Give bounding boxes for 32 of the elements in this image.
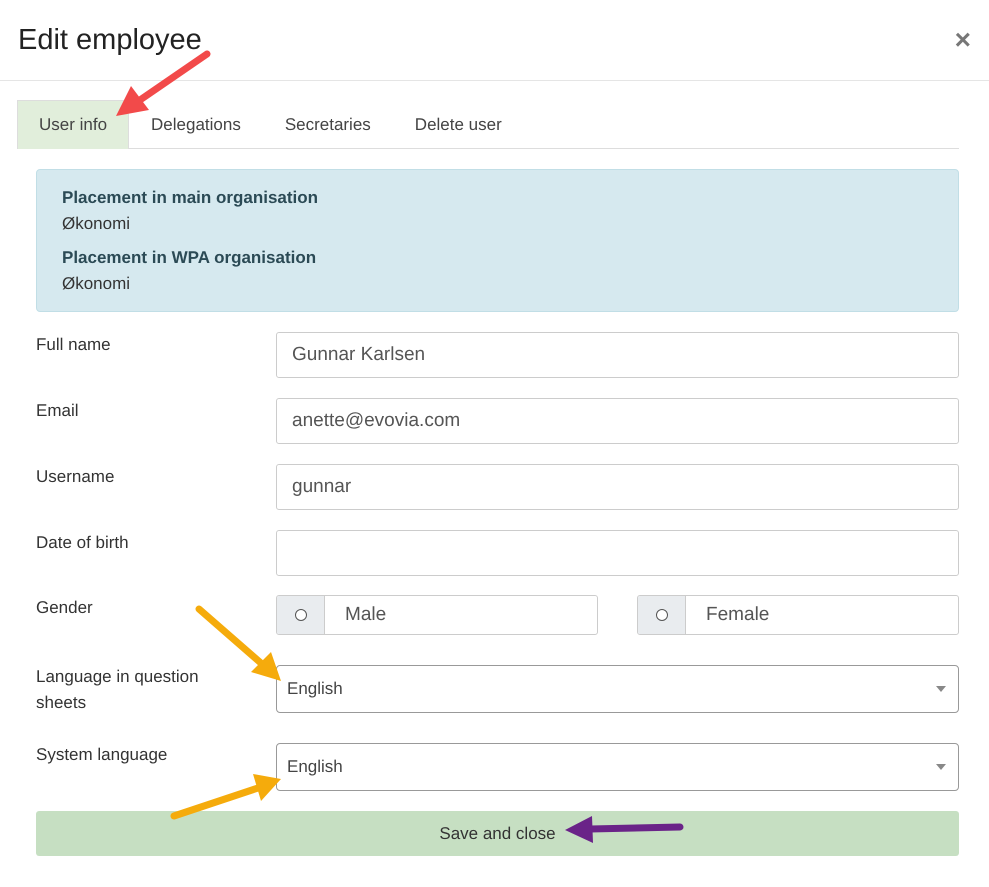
tab[interactable]: Secretaries [262, 100, 393, 149]
tab[interactable]: Delete user [392, 100, 524, 149]
select-field[interactable]: English [276, 743, 959, 791]
input-field[interactable]: Gunnar Karlsen [276, 332, 959, 378]
radio-button[interactable] [656, 609, 668, 621]
tab[interactable]: User info [17, 100, 130, 149]
tab[interactable]: Delegations [129, 100, 263, 149]
input-field[interactable] [276, 530, 959, 576]
save-button[interactable]: Save and close [36, 811, 959, 856]
radio-label: Female [705, 604, 770, 626]
caret-icon [936, 764, 946, 770]
dialog-title: Edit employee [18, 24, 202, 56]
radio-label: Male [344, 604, 386, 626]
field-label: Username [36, 466, 116, 488]
close-button[interactable]: × [950, 24, 975, 56]
caret-icon [936, 686, 946, 692]
input-field[interactable]: gunnar [276, 464, 959, 510]
select-field[interactable]: English [276, 665, 959, 713]
radio-option[interactable]: Female [637, 595, 959, 635]
field-label: Email [36, 400, 80, 422]
placement-value: Økonomi [62, 213, 132, 235]
placement-value: Økonomi [62, 273, 132, 295]
radio-option[interactable]: Male [276, 595, 598, 635]
field-label: System language [36, 744, 168, 766]
input-field[interactable]: anette@evovia.com [276, 398, 959, 444]
field-label: Full name [36, 334, 112, 356]
radio-button[interactable] [294, 609, 306, 621]
field-label: Date of birth [36, 532, 130, 554]
placement-heading: Placement in main organisation [62, 187, 320, 209]
field-label: Gender [36, 597, 94, 619]
field-label: Language in question sheets [36, 666, 200, 714]
placement-heading: Placement in WPA organisation [62, 247, 318, 269]
